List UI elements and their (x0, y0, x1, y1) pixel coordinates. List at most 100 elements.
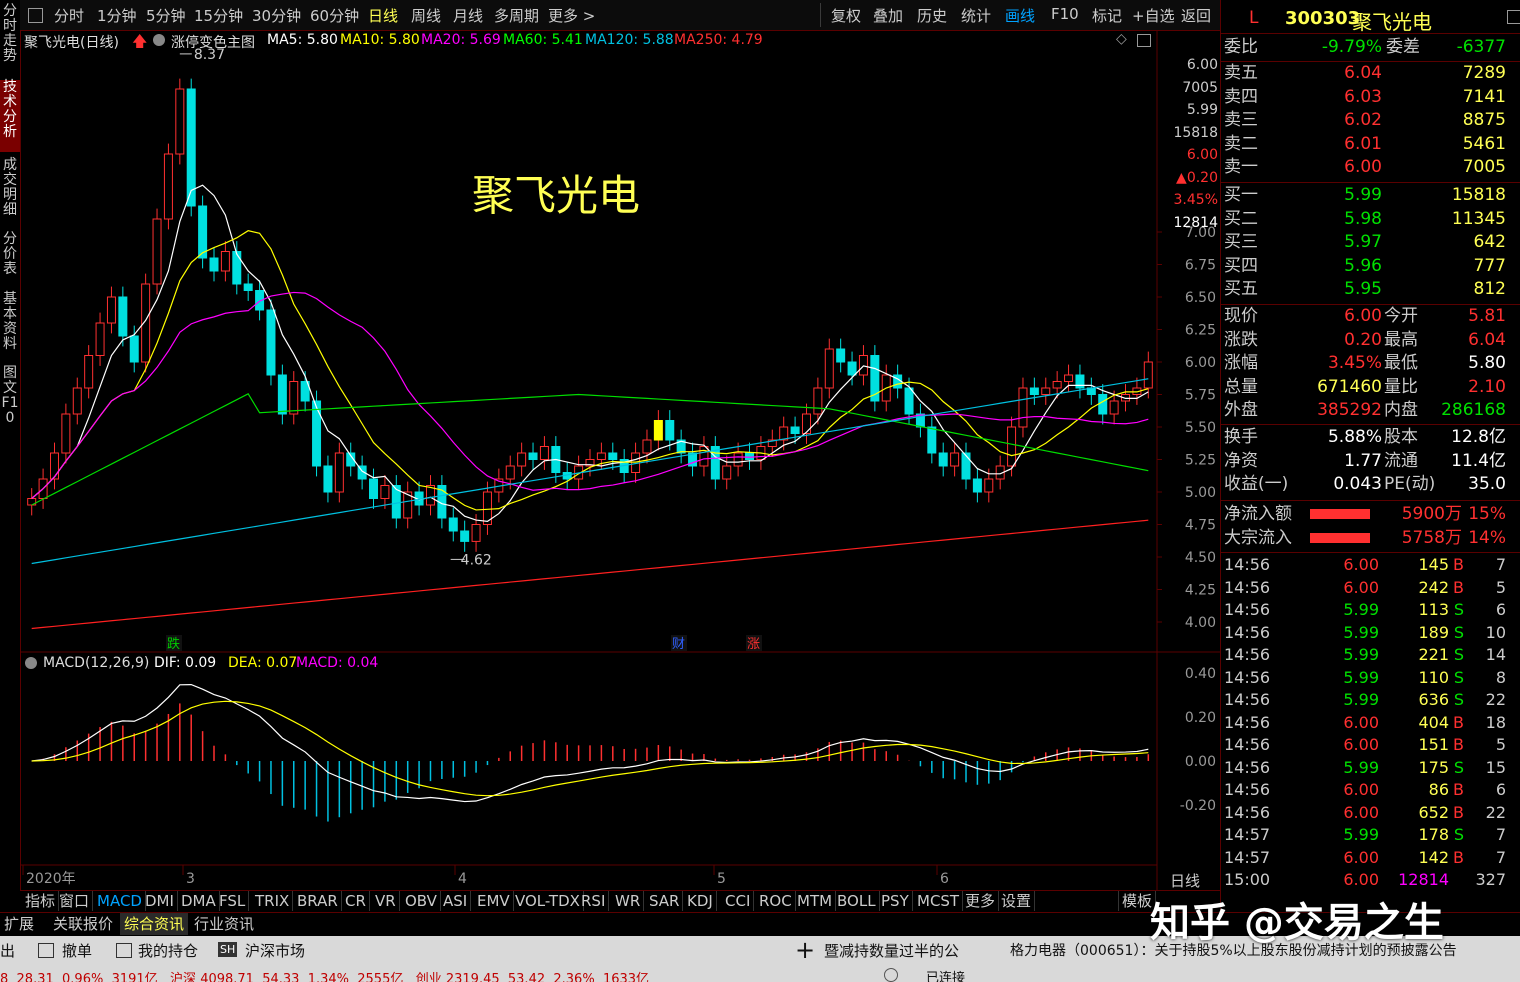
indicator-tab[interactable]: ROC (756, 891, 796, 911)
candle-body[interactable] (642, 439, 652, 454)
candle-body[interactable] (528, 452, 538, 460)
candle-body[interactable] (1018, 387, 1028, 428)
main-indicator-name[interactable]: 涨停变色主图 (171, 32, 255, 52)
indicator-tab[interactable]: SAR (646, 891, 684, 911)
period-30min[interactable]: 30分钟 (252, 5, 301, 26)
candle-body[interactable] (220, 251, 230, 272)
bid-price[interactable]: 5.99 (1284, 184, 1382, 207)
window-toggle-icon[interactable] (28, 8, 43, 23)
period-intraday[interactable]: 分时 (54, 5, 84, 26)
candle-body[interactable] (118, 296, 128, 337)
indicator-tab[interactable]: DMI (142, 891, 178, 911)
period-5min[interactable]: 5分钟 (146, 5, 186, 26)
candle-body[interactable] (49, 452, 59, 480)
candle-body[interactable] (858, 355, 868, 376)
indicator-tab[interactable]: CCI (722, 891, 755, 911)
candle-body[interactable] (517, 452, 527, 467)
back-button[interactable]: 返回 (1181, 5, 1211, 26)
candle-body[interactable] (1007, 426, 1017, 467)
indicator-tab[interactable]: 窗口 (56, 891, 94, 911)
panel-toggle-icon[interactable] (1137, 34, 1151, 47)
candle-body[interactable] (904, 387, 914, 415)
indicator-tab[interactable]: 指标 (22, 891, 60, 911)
candle-body[interactable] (334, 452, 344, 493)
tab-price-table[interactable]: 分价表 (0, 232, 20, 284)
candle-body[interactable] (175, 88, 185, 155)
bid-price[interactable]: 5.95 (1284, 278, 1382, 301)
candle-body[interactable] (836, 348, 846, 363)
candle-body[interactable] (961, 452, 971, 480)
period-multi[interactable]: 多周期 (494, 5, 539, 26)
overlay-button[interactable]: 叠加 (873, 5, 903, 26)
candle-body[interactable] (699, 446, 709, 467)
candle-body[interactable] (1098, 394, 1108, 415)
candle-body[interactable] (539, 446, 549, 460)
ask-price[interactable]: 6.01 (1284, 133, 1382, 156)
candle-body[interactable] (938, 452, 948, 467)
indicator-tab[interactable]: 设置 (998, 891, 1036, 911)
tab-industry-news[interactable]: 行业资讯 (190, 913, 258, 935)
tab-comprehensive-news[interactable]: 综合资讯 (120, 913, 189, 935)
candle-body[interactable] (665, 420, 675, 441)
candle-body[interactable] (824, 348, 834, 389)
candle-body[interactable] (950, 452, 960, 467)
indicator-tab[interactable]: TRIX (252, 891, 294, 911)
candle-body[interactable] (106, 296, 116, 324)
tab-expand[interactable]: 扩展 (0, 913, 38, 935)
panel-close-icon[interactable] (1507, 10, 1520, 24)
adjust-button[interactable]: 复权 (831, 5, 861, 26)
candle-body[interactable] (1029, 387, 1039, 395)
period-15min[interactable]: 15分钟 (194, 5, 243, 26)
candle-body[interactable] (198, 205, 208, 259)
indicator-tab[interactable]: ASI (440, 891, 472, 911)
period-daily[interactable]: 日线 (368, 5, 398, 26)
candle-body[interactable] (129, 335, 139, 363)
candle-body[interactable] (847, 361, 857, 376)
stats-button[interactable]: 统计 (961, 5, 991, 26)
candle-body[interactable] (448, 517, 458, 532)
tab-fundamentals[interactable]: 基本资料 (0, 292, 20, 358)
candle-body[interactable] (1064, 374, 1074, 382)
event-marker-2[interactable]: 涨 (747, 637, 760, 652)
candle-body[interactable] (209, 257, 219, 272)
candle-body[interactable] (733, 452, 743, 467)
candle-body[interactable] (813, 387, 823, 415)
candle-body[interactable] (1143, 361, 1153, 389)
indicator-tab[interactable]: RSI (578, 891, 610, 911)
candle-body[interactable] (186, 88, 196, 207)
ask-price[interactable]: 6.00 (1284, 156, 1382, 179)
event-marker-0[interactable]: 跌 (167, 636, 180, 652)
candle-body[interactable] (380, 485, 390, 499)
candle-body[interactable] (608, 452, 618, 460)
indicator-tab[interactable]: FSL (216, 891, 250, 911)
indicator-tab[interactable]: BRAR (294, 891, 342, 911)
candle-body[interactable] (61, 413, 71, 454)
candle-body[interactable] (266, 309, 276, 376)
tab-intraday[interactable]: 分时走势 (0, 4, 20, 74)
event-marker-1[interactable]: 财 (672, 637, 685, 652)
ask-price[interactable]: 6.02 (1284, 109, 1382, 132)
candle-body[interactable] (72, 387, 82, 415)
period-weekly[interactable]: 周线 (411, 5, 441, 26)
f10-button[interactable]: F10 (1051, 5, 1079, 23)
candle-body[interactable] (312, 400, 322, 467)
candle-body[interactable] (369, 478, 379, 499)
candle-body[interactable] (289, 381, 299, 415)
candle-body[interactable] (505, 465, 515, 480)
indicator-tab[interactable]: KDJ (684, 891, 717, 911)
indicator-tab[interactable]: EMV (474, 891, 514, 911)
macd-title[interactable]: MACD(12,26,9) (43, 655, 149, 671)
candle-body[interactable] (460, 530, 470, 542)
draw-line-button[interactable]: 画线 (1005, 5, 1035, 26)
candle-body[interactable] (152, 218, 162, 285)
tab-trade-details[interactable]: 成交明细 (0, 158, 20, 224)
candle-body[interactable] (232, 251, 242, 285)
candle-body[interactable] (95, 322, 105, 356)
plus-icon[interactable]: + (795, 936, 815, 964)
ask-price[interactable]: 6.03 (1284, 86, 1382, 109)
cancel-order-button[interactable]: 撤单 (62, 940, 92, 961)
tab-technical-analysis[interactable]: 技术分析 (0, 80, 20, 152)
indicator-tab[interactable]: CR (342, 891, 370, 911)
period-1min[interactable]: 1分钟 (97, 5, 137, 26)
bid-price[interactable]: 5.96 (1284, 255, 1382, 278)
